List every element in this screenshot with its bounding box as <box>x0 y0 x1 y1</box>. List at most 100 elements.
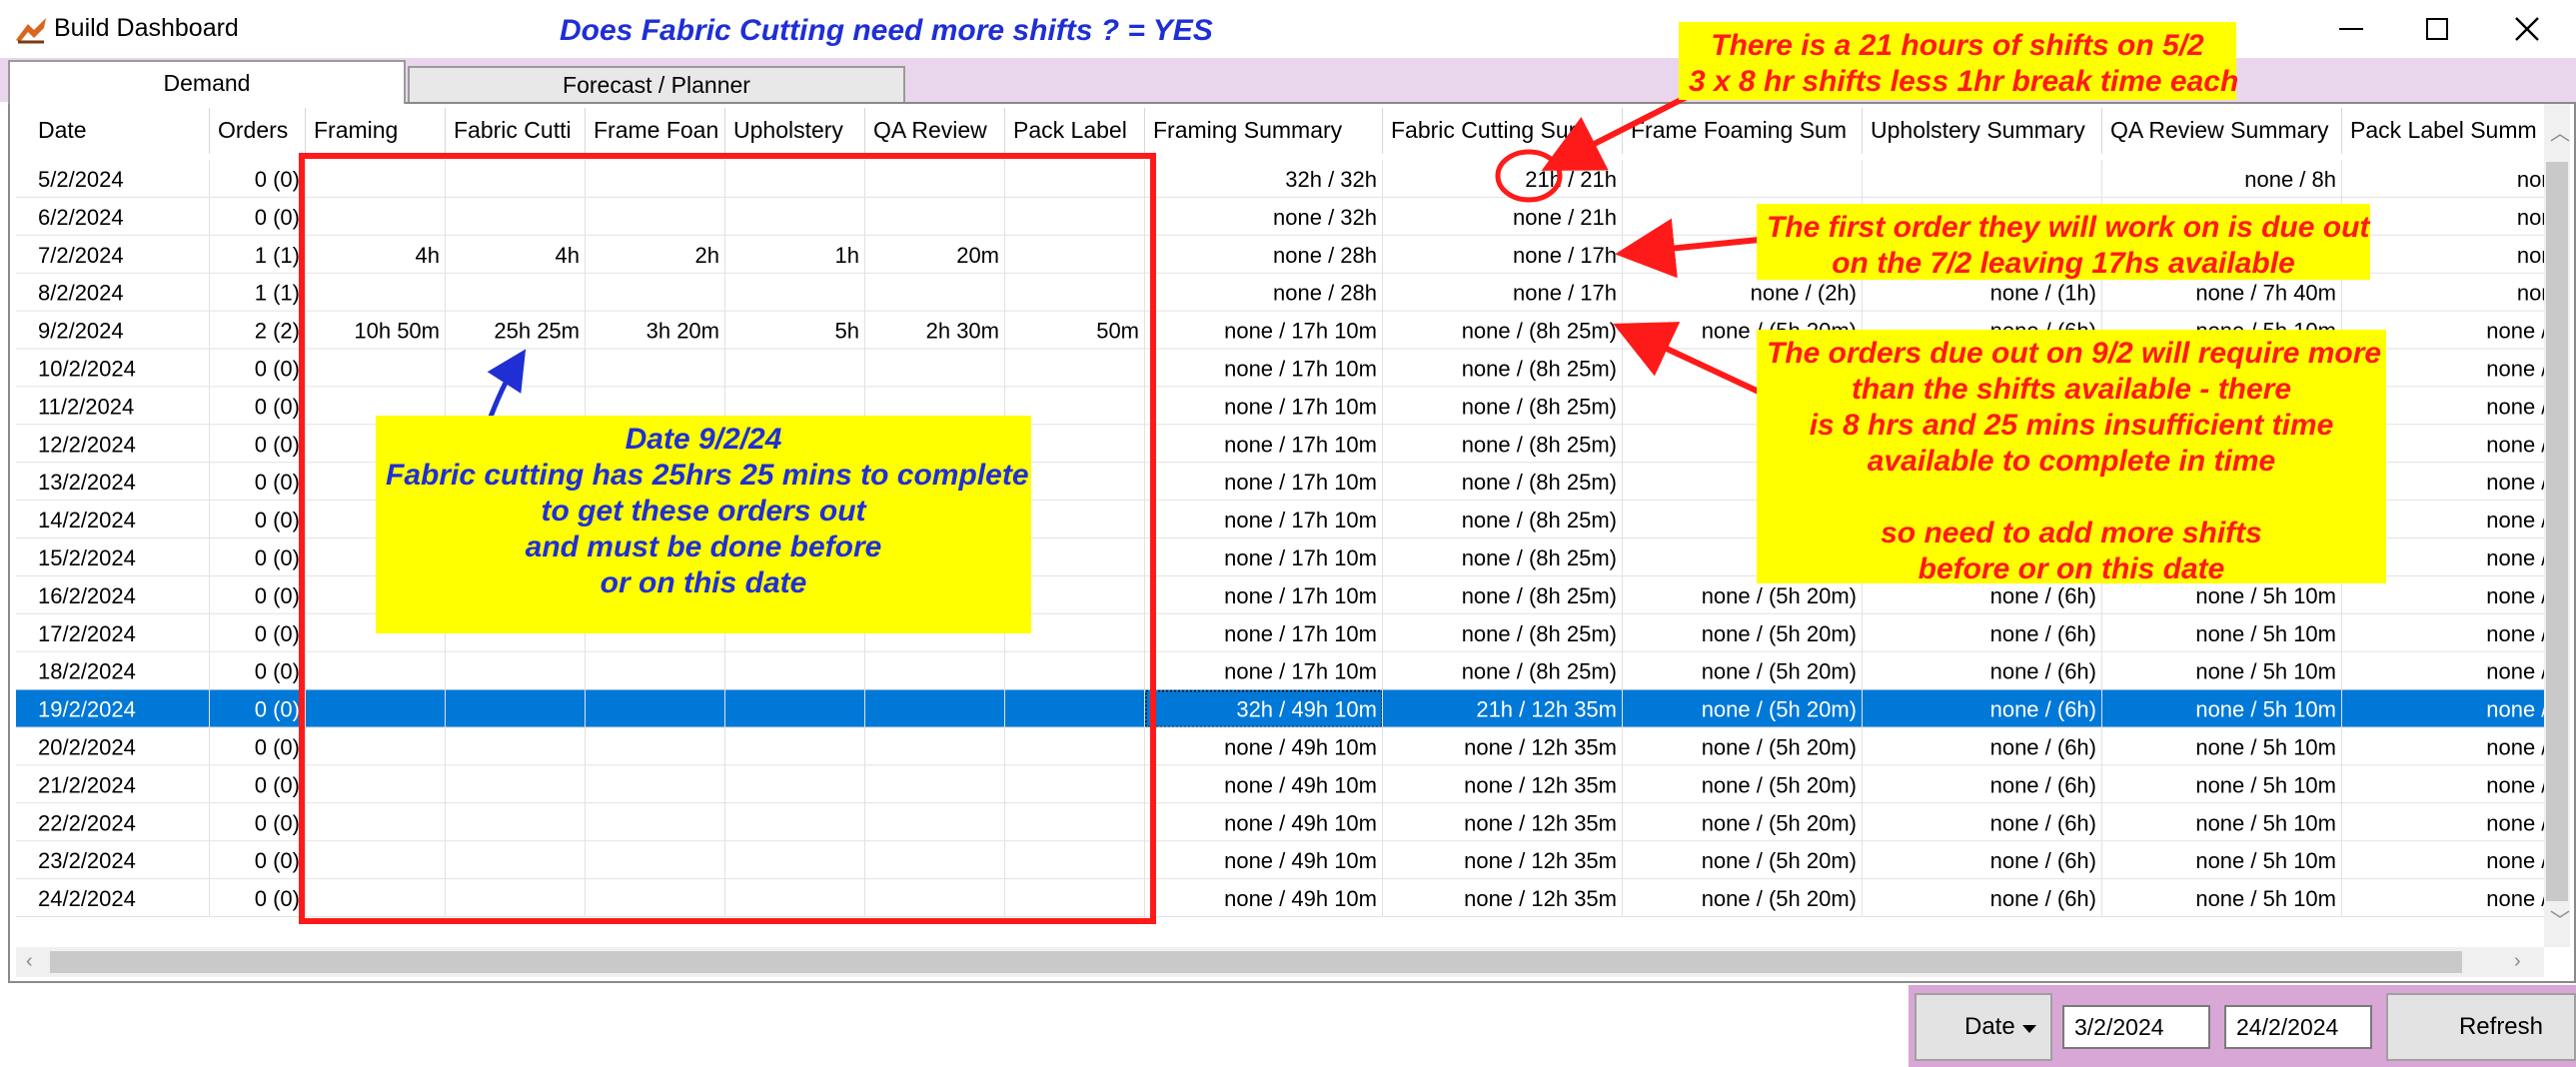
grid-cell[interactable]: none / 7h <box>2486 394 2544 419</box>
grid-cell[interactable]: none / (6h) <box>1990 772 2096 797</box>
grid-cell[interactable]: none / (5h 20m) <box>1702 697 1857 722</box>
grid-cell[interactable]: none / 5h 10m <box>2195 848 2336 873</box>
grid-cell[interactable]: none / 12h 35m <box>1464 848 1617 873</box>
grid-cell[interactable]: 10h 50m <box>354 319 440 344</box>
maximize-button[interactable] <box>2402 4 2472 54</box>
refresh-button[interactable]: Refresh <box>2386 993 2576 1061</box>
grid-cell[interactable]: none / (5h 20m) <box>1702 886 1857 911</box>
grid-cell[interactable]: none / 5h 10m <box>2195 621 2336 646</box>
grid-cell[interactable]: none / 12h 35m <box>1464 772 1617 797</box>
grid-cell[interactable]: none / (6h) <box>1990 735 2096 760</box>
grid-cell[interactable]: 0 (0) <box>255 735 300 760</box>
grid-cell[interactable]: 6/2/2024 <box>38 205 124 230</box>
grid-cell[interactable]: 9/2/2024 <box>38 319 124 344</box>
grid-cell[interactable]: 18/2/2024 <box>38 659 136 684</box>
grid-cell[interactable]: 5h <box>835 319 859 344</box>
column-header[interactable]: Framing Summary <box>1153 117 1343 143</box>
grid-cell[interactable]: none / 17h 10m <box>1224 545 1377 570</box>
grid-cell[interactable]: none / 17h 10m <box>1224 319 1377 344</box>
grid-cell[interactable]: none / (8h 25m) <box>1462 432 1617 457</box>
grid-cell[interactable]: none / 7h <box>2486 319 2544 344</box>
from-date-input[interactable]: 3/2/2024 <box>2062 1005 2210 1049</box>
column-header[interactable]: Fabric Cutting Sum <box>1391 117 1588 143</box>
grid-cell[interactable]: none / 7h <box>2486 886 2544 911</box>
grid-cell[interactable]: none / 17h 10m <box>1224 357 1377 382</box>
grid-cell[interactable]: none / 7h <box>2486 772 2544 797</box>
horizontal-scrollbar[interactable]: ‹ › <box>16 947 2544 977</box>
grid-cell[interactable]: 24/2/2024 <box>38 886 136 911</box>
grid-cell[interactable]: 0 (0) <box>255 357 300 382</box>
grid-cell[interactable]: none / (8h 25m) <box>1462 545 1617 570</box>
column-header[interactable]: Pack Label Summ <box>2350 117 2537 143</box>
horizontal-scroll-thumb[interactable] <box>50 951 2462 973</box>
grid-cell[interactable]: none / (5h 20m) <box>1702 659 1857 684</box>
grid-cell[interactable]: 0 (0) <box>255 545 300 570</box>
minimize-button[interactable] <box>2316 4 2386 54</box>
grid-cell[interactable]: 32h / 32h <box>1285 167 1377 192</box>
grid-cell[interactable]: none / 17h 10m <box>1224 470 1377 495</box>
grid-cell[interactable]: none / 5h 10m <box>2195 697 2336 722</box>
grid-cell[interactable]: 14/2/2024 <box>38 508 136 533</box>
grid-cell[interactable]: 5/2/2024 <box>38 167 124 192</box>
grid-cell[interactable]: 4h <box>416 243 440 268</box>
grid-cell[interactable]: none / 17h <box>1513 281 1617 306</box>
column-header[interactable]: Frame Foaming Sum <box>1631 117 1847 143</box>
grid-cell[interactable]: none / 7h <box>2486 545 2544 570</box>
grid-cell[interactable]: none / 17h 10m <box>1224 394 1377 419</box>
grid-cell[interactable]: none / <box>2517 205 2544 230</box>
grid-cell[interactable]: 17/2/2024 <box>38 621 136 646</box>
scroll-right-icon[interactable]: › <box>2514 951 2521 971</box>
grid-cell[interactable]: 20/2/2024 <box>38 735 136 760</box>
grid-cell[interactable]: 0 (0) <box>255 205 300 230</box>
grid-cell[interactable]: 0 (0) <box>255 772 300 797</box>
vertical-scroll-thumb[interactable] <box>2546 162 2568 901</box>
grid-cell[interactable]: 20m <box>956 243 999 268</box>
grid-cell[interactable]: none / (5h 20m) <box>1702 772 1857 797</box>
grid-cell[interactable]: none / 7h <box>2486 735 2544 760</box>
grid-cell[interactable]: 1h <box>835 243 859 268</box>
grid-cell[interactable]: none / 12h 35m <box>1464 886 1617 911</box>
grid-cell[interactable]: none / <box>2517 281 2544 306</box>
grid-cell[interactable]: 0 (0) <box>255 810 300 835</box>
column-header[interactable]: Framing <box>314 117 398 143</box>
grid-cell[interactable]: none / (6h) <box>1990 621 2096 646</box>
grid-cell[interactable]: 21h / 21h <box>1525 167 1617 192</box>
grid-cell[interactable]: none / 8h <box>2244 167 2336 192</box>
grid-cell[interactable]: none / 5h 10m <box>2195 886 2336 911</box>
grid-cell[interactable]: none / (8h 25m) <box>1462 357 1617 382</box>
grid-cell[interactable]: none / (8h 25m) <box>1462 508 1617 533</box>
grid-cell[interactable]: 0 (0) <box>255 167 300 192</box>
date-type-select[interactable]: Date <box>1915 993 2052 1061</box>
close-button[interactable] <box>2492 4 2562 54</box>
grid-cell[interactable]: 16/2/2024 <box>38 583 136 608</box>
grid-cell[interactable]: 0 (0) <box>255 886 300 911</box>
grid-cell[interactable]: none / 7h <box>2486 583 2544 608</box>
grid-cell[interactable]: none / <box>2517 243 2544 268</box>
grid-cell[interactable]: 0 (0) <box>255 508 300 533</box>
column-header[interactable]: Frame Foan <box>594 117 718 143</box>
grid-cell[interactable]: none / 7h <box>2486 357 2544 382</box>
column-header[interactable]: Upholstery Summary <box>1871 117 2085 143</box>
column-header[interactable]: QA Review Summary <box>2110 117 2329 143</box>
scroll-up-icon[interactable]: ︿ <box>2550 124 2570 144</box>
grid-cell[interactable]: 23/2/2024 <box>38 848 136 873</box>
grid-cell[interactable]: 25h 25m <box>494 319 580 344</box>
grid-cell[interactable]: 3h 20m <box>646 319 719 344</box>
grid-cell[interactable]: 7/2/2024 <box>38 243 124 268</box>
grid-cell[interactable]: none / (5h 20m) <box>1702 810 1857 835</box>
grid-cell[interactable]: 21/2/2024 <box>38 772 136 797</box>
grid-cell[interactable]: none / 28h <box>1273 281 1377 306</box>
grid-cell[interactable]: none / 5h 10m <box>2195 735 2336 760</box>
grid-cell[interactable]: none / 21h <box>1513 205 1617 230</box>
grid-cell[interactable]: 2h <box>695 243 719 268</box>
grid-cell[interactable]: none / 7h <box>2486 470 2544 495</box>
grid-cell[interactable]: none / <box>2517 167 2544 192</box>
grid-cell[interactable]: 2h 30m <box>926 319 999 344</box>
grid-cell[interactable]: 0 (0) <box>255 848 300 873</box>
grid-cell[interactable]: 22/2/2024 <box>38 810 136 835</box>
grid-cell[interactable]: 32h / 49h 10m <box>1236 697 1377 722</box>
grid-cell[interactable]: none / (5h 20m) <box>1702 848 1857 873</box>
grid-cell[interactable]: 0 (0) <box>255 470 300 495</box>
vertical-scrollbar[interactable]: ︿ ﹀ <box>2544 104 2570 947</box>
grid-cell[interactable]: 13/2/2024 <box>38 470 136 495</box>
